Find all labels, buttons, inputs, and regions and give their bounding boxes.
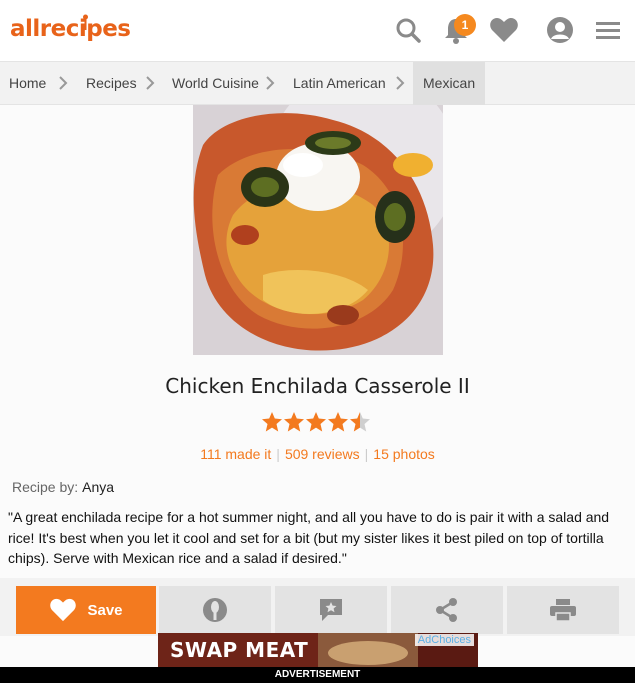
site-header: allrecipes 1 — [0, 0, 635, 62]
star-icon — [262, 412, 282, 432]
share-button[interactable] — [391, 586, 503, 634]
menu-icon[interactable] — [592, 14, 624, 46]
print-button[interactable] — [507, 586, 619, 634]
heart-icon — [50, 598, 77, 622]
notification-badge: 1 — [454, 14, 476, 36]
save-label: Save — [87, 601, 123, 619]
recipe-stats: 111 made it | 509 reviews | 15 photos — [0, 446, 635, 462]
recipe-photo[interactable] — [193, 105, 443, 355]
stats-divider: | — [364, 446, 369, 462]
chevron-right-icon — [266, 76, 275, 90]
heart-icon[interactable] — [488, 14, 520, 46]
rating-stars[interactable] — [261, 411, 373, 433]
chevron-right-icon — [396, 76, 405, 90]
recipe-description: "A great enchilada recipe for a hot summ… — [8, 509, 610, 566]
photos-link[interactable]: 15 photos — [373, 446, 435, 462]
made-it-icon — [203, 598, 227, 622]
review-button[interactable] — [275, 586, 387, 634]
allrecipes-logo[interactable]: allrecipes — [10, 16, 131, 42]
share-icon — [436, 598, 457, 622]
star-icon — [328, 412, 348, 432]
action-bar: Save — [0, 578, 635, 636]
breadcrumb-recipes[interactable]: Recipes — [86, 62, 137, 105]
recipe-author: Recipe by: Anya — [12, 479, 114, 495]
breadcrumb-home[interactable]: Home — [9, 62, 46, 105]
advertisement-banner[interactable]: SWAP MEAT AdChoices — [158, 633, 478, 667]
stats-divider: | — [276, 446, 280, 462]
chevron-right-icon — [59, 76, 68, 90]
print-icon — [550, 599, 576, 622]
half-star-icon — [350, 412, 370, 432]
recipe-by-label: Recipe by: — [12, 479, 79, 495]
star-icon — [284, 412, 304, 432]
made-it-button[interactable] — [159, 586, 271, 634]
breadcrumb: Home Recipes World Cuisine Latin America… — [0, 62, 635, 105]
breadcrumb-mexican[interactable]: Mexican — [413, 62, 486, 105]
logo-mark-icon — [83, 14, 88, 30]
save-button[interactable]: Save — [16, 586, 156, 634]
ad-headline: SWAP MEAT — [170, 638, 309, 662]
breadcrumb-world-cuisine[interactable]: World Cuisine — [172, 62, 259, 105]
author-name[interactable]: Anya — [82, 479, 114, 495]
recipe-title: Chicken Enchilada Casserole II — [165, 374, 470, 398]
chevron-right-icon — [146, 76, 155, 90]
reviews-link[interactable]: 509 reviews — [285, 446, 360, 462]
advertisement-label: ADVERTISEMENT — [0, 667, 635, 683]
made-it-link[interactable]: 111 made it — [200, 446, 271, 462]
search-icon[interactable] — [392, 14, 424, 46]
user-icon[interactable] — [544, 14, 576, 46]
review-icon — [320, 599, 342, 621]
ad-choices-link[interactable]: AdChoices — [414, 634, 474, 646]
star-icon — [306, 412, 326, 432]
breadcrumb-latin-american[interactable]: Latin American — [293, 62, 386, 105]
